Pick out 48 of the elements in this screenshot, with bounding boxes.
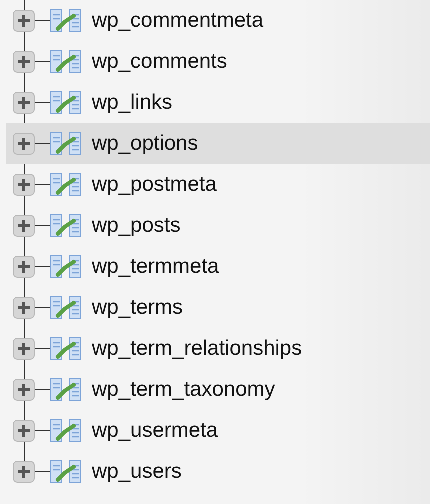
table-item[interactable]: wp_links — [6, 82, 430, 123]
table-item[interactable]: wp_commentmeta — [6, 0, 430, 41]
table-name: wp_term_relationships — [92, 336, 302, 360]
table-name: wp_usermeta — [92, 418, 218, 442]
table-icon — [50, 336, 82, 360]
table-name: wp_links — [92, 90, 173, 114]
table-icon — [50, 50, 82, 74]
table-icon — [50, 254, 82, 278]
expand-icon[interactable] — [13, 92, 35, 114]
expand-icon[interactable] — [13, 174, 35, 196]
table-item[interactable]: wp_termmeta — [6, 246, 430, 287]
table-name: wp_options — [92, 132, 198, 156]
table-icon — [50, 90, 82, 114]
expand-icon[interactable] — [13, 420, 35, 442]
table-icon — [50, 460, 82, 484]
expand-icon[interactable] — [13, 50, 35, 72]
table-item[interactable]: wp_term_taxonomy — [6, 369, 430, 410]
table-name: wp_posts — [92, 214, 181, 238]
table-name: wp_users — [92, 460, 182, 484]
table-icon — [50, 418, 82, 442]
expand-icon[interactable] — [13, 378, 35, 400]
table-icon — [50, 214, 82, 238]
expand-icon[interactable] — [13, 338, 35, 360]
table-item[interactable]: wp_comments — [6, 41, 430, 82]
table-name: wp_termmeta — [92, 254, 220, 278]
table-item[interactable]: wp_usermeta — [6, 410, 430, 451]
table-item[interactable]: wp_users — [6, 451, 430, 492]
table-icon — [50, 296, 82, 320]
table-item[interactable]: wp_term_relationships — [6, 328, 430, 369]
table-name: wp_comments — [92, 50, 228, 74]
expand-icon[interactable] — [13, 10, 35, 32]
table-name: wp_commentmeta — [92, 8, 264, 32]
table-item[interactable]: wp_options — [6, 123, 430, 164]
table-icon — [50, 172, 82, 196]
table-name: wp_term_taxonomy — [92, 378, 276, 402]
table-name: wp_postmeta — [92, 172, 217, 196]
table-item[interactable]: wp_postmeta — [6, 164, 430, 205]
table-icon — [50, 132, 82, 156]
expand-icon[interactable] — [13, 214, 35, 236]
table-name: wp_terms — [92, 296, 184, 320]
table-icon — [50, 8, 82, 32]
table-item[interactable]: wp_posts — [6, 205, 430, 246]
expand-icon[interactable] — [13, 460, 35, 482]
expand-icon[interactable] — [13, 132, 35, 154]
table-item[interactable]: wp_terms — [6, 287, 430, 328]
table-icon — [50, 378, 82, 402]
expand-icon[interactable] — [13, 296, 35, 318]
expand-icon[interactable] — [13, 256, 35, 278]
